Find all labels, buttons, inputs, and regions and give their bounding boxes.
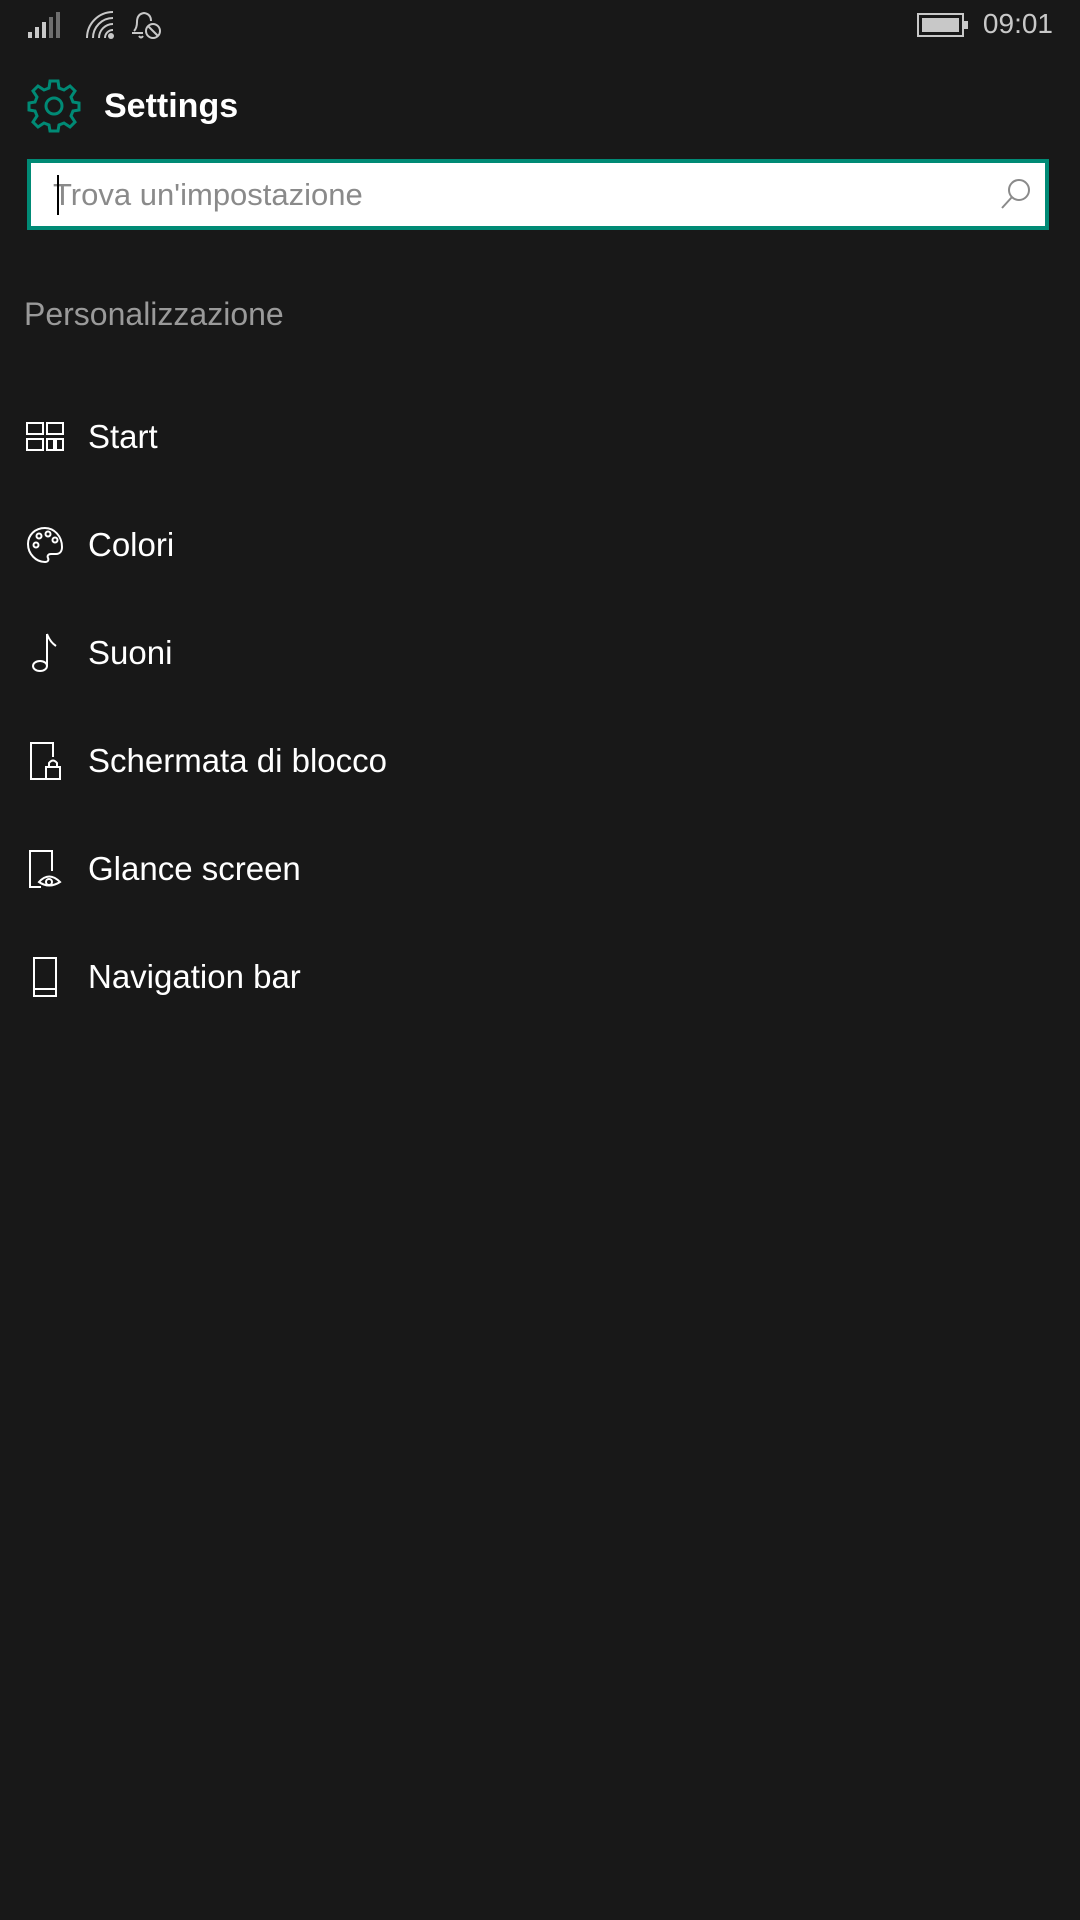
phone-icon bbox=[26, 954, 64, 1000]
lock-screen-icon bbox=[26, 738, 64, 784]
music-note-icon bbox=[26, 630, 64, 676]
palette-icon bbox=[26, 522, 64, 568]
menu-item-suoni[interactable]: Suoni bbox=[0, 599, 1080, 707]
menu-item-schermata-di-blocco[interactable]: Schermata di blocco bbox=[0, 707, 1080, 815]
signal-strength-icon bbox=[28, 12, 60, 38]
menu-item-colori[interactable]: Colori bbox=[0, 491, 1080, 599]
search-input[interactable] bbox=[53, 163, 973, 226]
battery-icon bbox=[917, 13, 968, 37]
settings-screen: 09:01 Settings Personalizzazione bbox=[0, 0, 1080, 1920]
status-bar: 09:01 bbox=[0, 0, 1080, 52]
page-title: Settings bbox=[104, 86, 239, 125]
glance-screen-icon bbox=[26, 846, 64, 892]
wifi-icon bbox=[86, 11, 114, 39]
menu-item-label: Schermata di blocco bbox=[88, 742, 387, 779]
quiet-hours-icon bbox=[132, 11, 161, 39]
settings-menu: Start Colori Suoni Schermata di blocco G… bbox=[0, 383, 1080, 1031]
menu-item-label: Glance screen bbox=[88, 850, 301, 887]
text-caret bbox=[57, 175, 59, 215]
search-icon[interactable] bbox=[999, 177, 1033, 211]
menu-item-label: Start bbox=[88, 418, 158, 455]
menu-item-label: Navigation bar bbox=[88, 958, 301, 995]
start-tiles-icon bbox=[26, 414, 64, 460]
menu-item-label: Suoni bbox=[88, 634, 173, 671]
section-title: Personalizzazione bbox=[24, 296, 284, 332]
menu-item-glance-screen[interactable]: Glance screen bbox=[0, 815, 1080, 923]
gear-icon bbox=[27, 79, 81, 133]
search-box[interactable] bbox=[27, 159, 1049, 230]
menu-item-label: Colori bbox=[88, 526, 175, 563]
menu-item-navigation-bar[interactable]: Navigation bar bbox=[0, 923, 1080, 1031]
menu-item-start[interactable]: Start bbox=[0, 383, 1080, 491]
page-header: Settings bbox=[26, 78, 238, 134]
status-time: 09:01 bbox=[982, 8, 1053, 39]
